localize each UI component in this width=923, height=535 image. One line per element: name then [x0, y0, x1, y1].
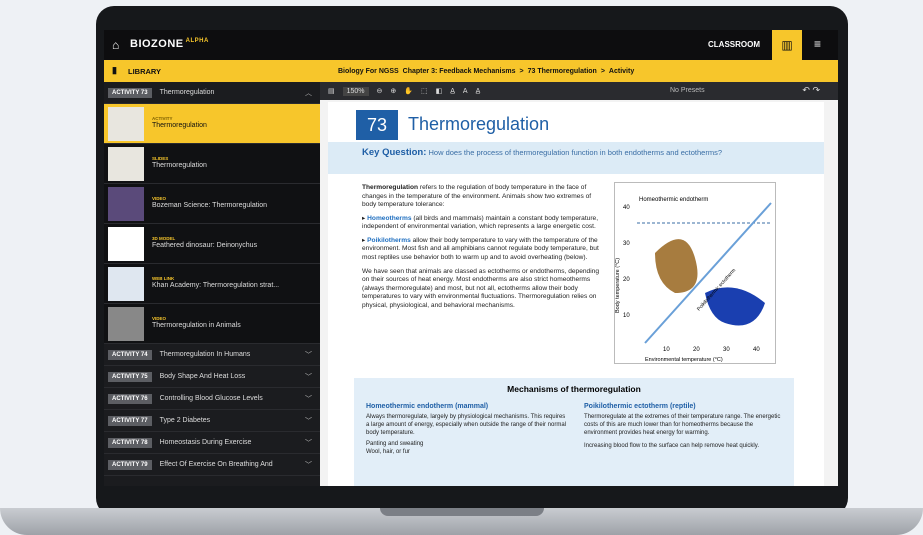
list-item[interactable]: ACTIVITY Thermoregulation: [104, 104, 328, 144]
select-icon[interactable]: ⬚: [421, 87, 428, 95]
laptop-notch: [380, 508, 544, 516]
x-tick: 40: [753, 347, 760, 353]
mechanisms-title: Mechanisms of thermoregulation: [507, 384, 641, 394]
key-question: Key Question: How does the process of th…: [328, 142, 824, 174]
zoom-select[interactable]: 150%: [342, 86, 369, 96]
zoom-in-icon[interactable]: ⊕: [390, 87, 396, 95]
chevron-down-icon: ﹀: [305, 352, 312, 359]
activity-item[interactable]: ACTIVITY 76 Controlling Blood Glucose Lev…: [104, 388, 320, 410]
thumbnail: [108, 146, 144, 181]
x-axis-label: Environmental temperature (°C): [645, 357, 723, 363]
document-icon[interactable]: ▤: [328, 87, 335, 95]
y-tick: 30: [623, 241, 630, 247]
mammal-column: Homeothermic endotherm (mammal) Always th…: [366, 403, 567, 456]
thumbnail: [108, 266, 144, 301]
zoom-out-icon[interactable]: ⊖: [377, 87, 383, 95]
text-size-icon[interactable]: A: [463, 88, 468, 95]
list-item[interactable]: SLIDES Thermoregulation: [104, 144, 320, 184]
chevron-down-icon: ﹀: [305, 418, 312, 425]
x-tick: 10: [663, 347, 670, 353]
home-icon[interactable]: ⌂: [112, 38, 119, 52]
chevron-up-icon: ︿: [305, 90, 312, 97]
app-screen: ⌂ BIOZONE ALPHA CLASSROOM ▥ ≡ ▮ LIBRARY AC…: [104, 30, 838, 486]
text-color-icon[interactable]: A̲: [450, 88, 455, 95]
page-title: Thermoregulation: [408, 114, 550, 134]
activity-number: 73: [356, 110, 398, 140]
x-tick: 20: [693, 347, 700, 353]
hand-icon[interactable]: ✋: [404, 87, 413, 95]
thumbnail: [108, 186, 144, 221]
crumb-sep: >: [600, 67, 605, 75]
main-content: Biology For NGSS Chapter 3: Feedback Mec…: [320, 60, 838, 486]
activity-item[interactable]: ACTIVITY 74 Thermoregulation In Humans ﹀: [104, 344, 320, 366]
thumbnail: [108, 106, 144, 141]
top-bar: ⌂ BIOZONE ALPHA CLASSROOM ▥ ≡: [104, 30, 838, 60]
chevron-down-icon: ﹀: [305, 396, 312, 403]
activity-item[interactable]: ACTIVITY 78 Homeostasis During Exercise ﹀: [104, 432, 320, 454]
reptile-column: Poikilothermic ectotherm (reptile) Thermo…: [584, 403, 781, 450]
classroom-link[interactable]: CLASSROOM: [708, 40, 760, 49]
highlight-icon[interactable]: A̲: [476, 88, 481, 95]
chevron-down-icon: ﹀: [305, 462, 312, 469]
chevron-down-icon: ﹀: [305, 440, 312, 447]
list-item[interactable]: VIDEO Bozeman Science: Thermoregulation: [104, 184, 320, 224]
temperature-graph: Homeothermic endotherm 40 30 20 10 10 20…: [614, 182, 776, 364]
body-text: Thermoregulation refers to the regulatio…: [362, 184, 600, 309]
crumb-book[interactable]: Biology For NGSS: [338, 68, 399, 75]
graph-title: Homeothermic endotherm: [639, 197, 708, 203]
y-axis-label: Body temperature (°C): [615, 258, 621, 313]
list-item[interactable]: WEB LINK Khan Academy: Thermoregulation s…: [104, 264, 320, 304]
activity-item[interactable]: ACTIVITY 77 Type 2 Diabetes ﹀: [104, 410, 320, 432]
y-tick: 20: [623, 277, 630, 283]
undo-icon[interactable]: ↶ ↷: [802, 85, 820, 96]
menu-icon[interactable]: ≡: [814, 37, 821, 51]
activity-item[interactable]: ACTIVITY 79 Effect Of Exercise On Breathi…: [104, 454, 320, 476]
presets-label[interactable]: No Presets: [670, 87, 705, 94]
bookmark-icon: ▮: [112, 65, 117, 75]
chevron-down-icon: ﹀: [305, 374, 312, 381]
eraser-icon[interactable]: ◧: [436, 87, 443, 95]
y-tick: 10: [623, 313, 630, 319]
list-item[interactable]: 3D MODEL Feathered dinosaur: Deinonychus: [104, 224, 320, 264]
toolbar: ▤ 150% ⊖ ⊕ ✋ ⬚ ◧ A̲ A A̲ No Presets ↶ ↷: [320, 82, 838, 100]
activity-current[interactable]: ACTIVITY 73 Thermoregulation ︿: [104, 82, 320, 104]
sidebar: ▮ LIBRARY ACTIVITY 73 Thermoregulation ︿ AC…: [104, 60, 328, 486]
breadcrumb: Biology For NGSS Chapter 3: Feedback Mec…: [320, 60, 838, 82]
x-tick: 30: [723, 347, 730, 353]
thumbnail: [108, 226, 144, 261]
mechanisms-box: Mechanisms of thermoregulation Homeother…: [354, 378, 794, 486]
library-header[interactable]: ▮ LIBRARY: [104, 60, 320, 82]
crumb-chapter[interactable]: Chapter 3: Feedback Mechanisms: [403, 68, 516, 75]
list-item[interactable]: VIDEO Thermoregulation in Animals: [104, 304, 320, 344]
logo[interactable]: BIOZONE ALPHA: [130, 38, 209, 50]
crumb-sep: >: [519, 67, 524, 75]
crumb-activity[interactable]: Activity: [609, 68, 634, 75]
crumb-activity-num[interactable]: 73 Thermoregulation: [528, 68, 597, 75]
book-icon[interactable]: ▥: [772, 30, 802, 60]
thumbnail: [108, 306, 144, 341]
activity-item[interactable]: ACTIVITY 75 Body Shape And Heat Loss ﹀: [104, 366, 320, 388]
y-tick: 40: [623, 205, 630, 211]
document-page: 73 Thermoregulation Key Question: How do…: [328, 102, 824, 486]
